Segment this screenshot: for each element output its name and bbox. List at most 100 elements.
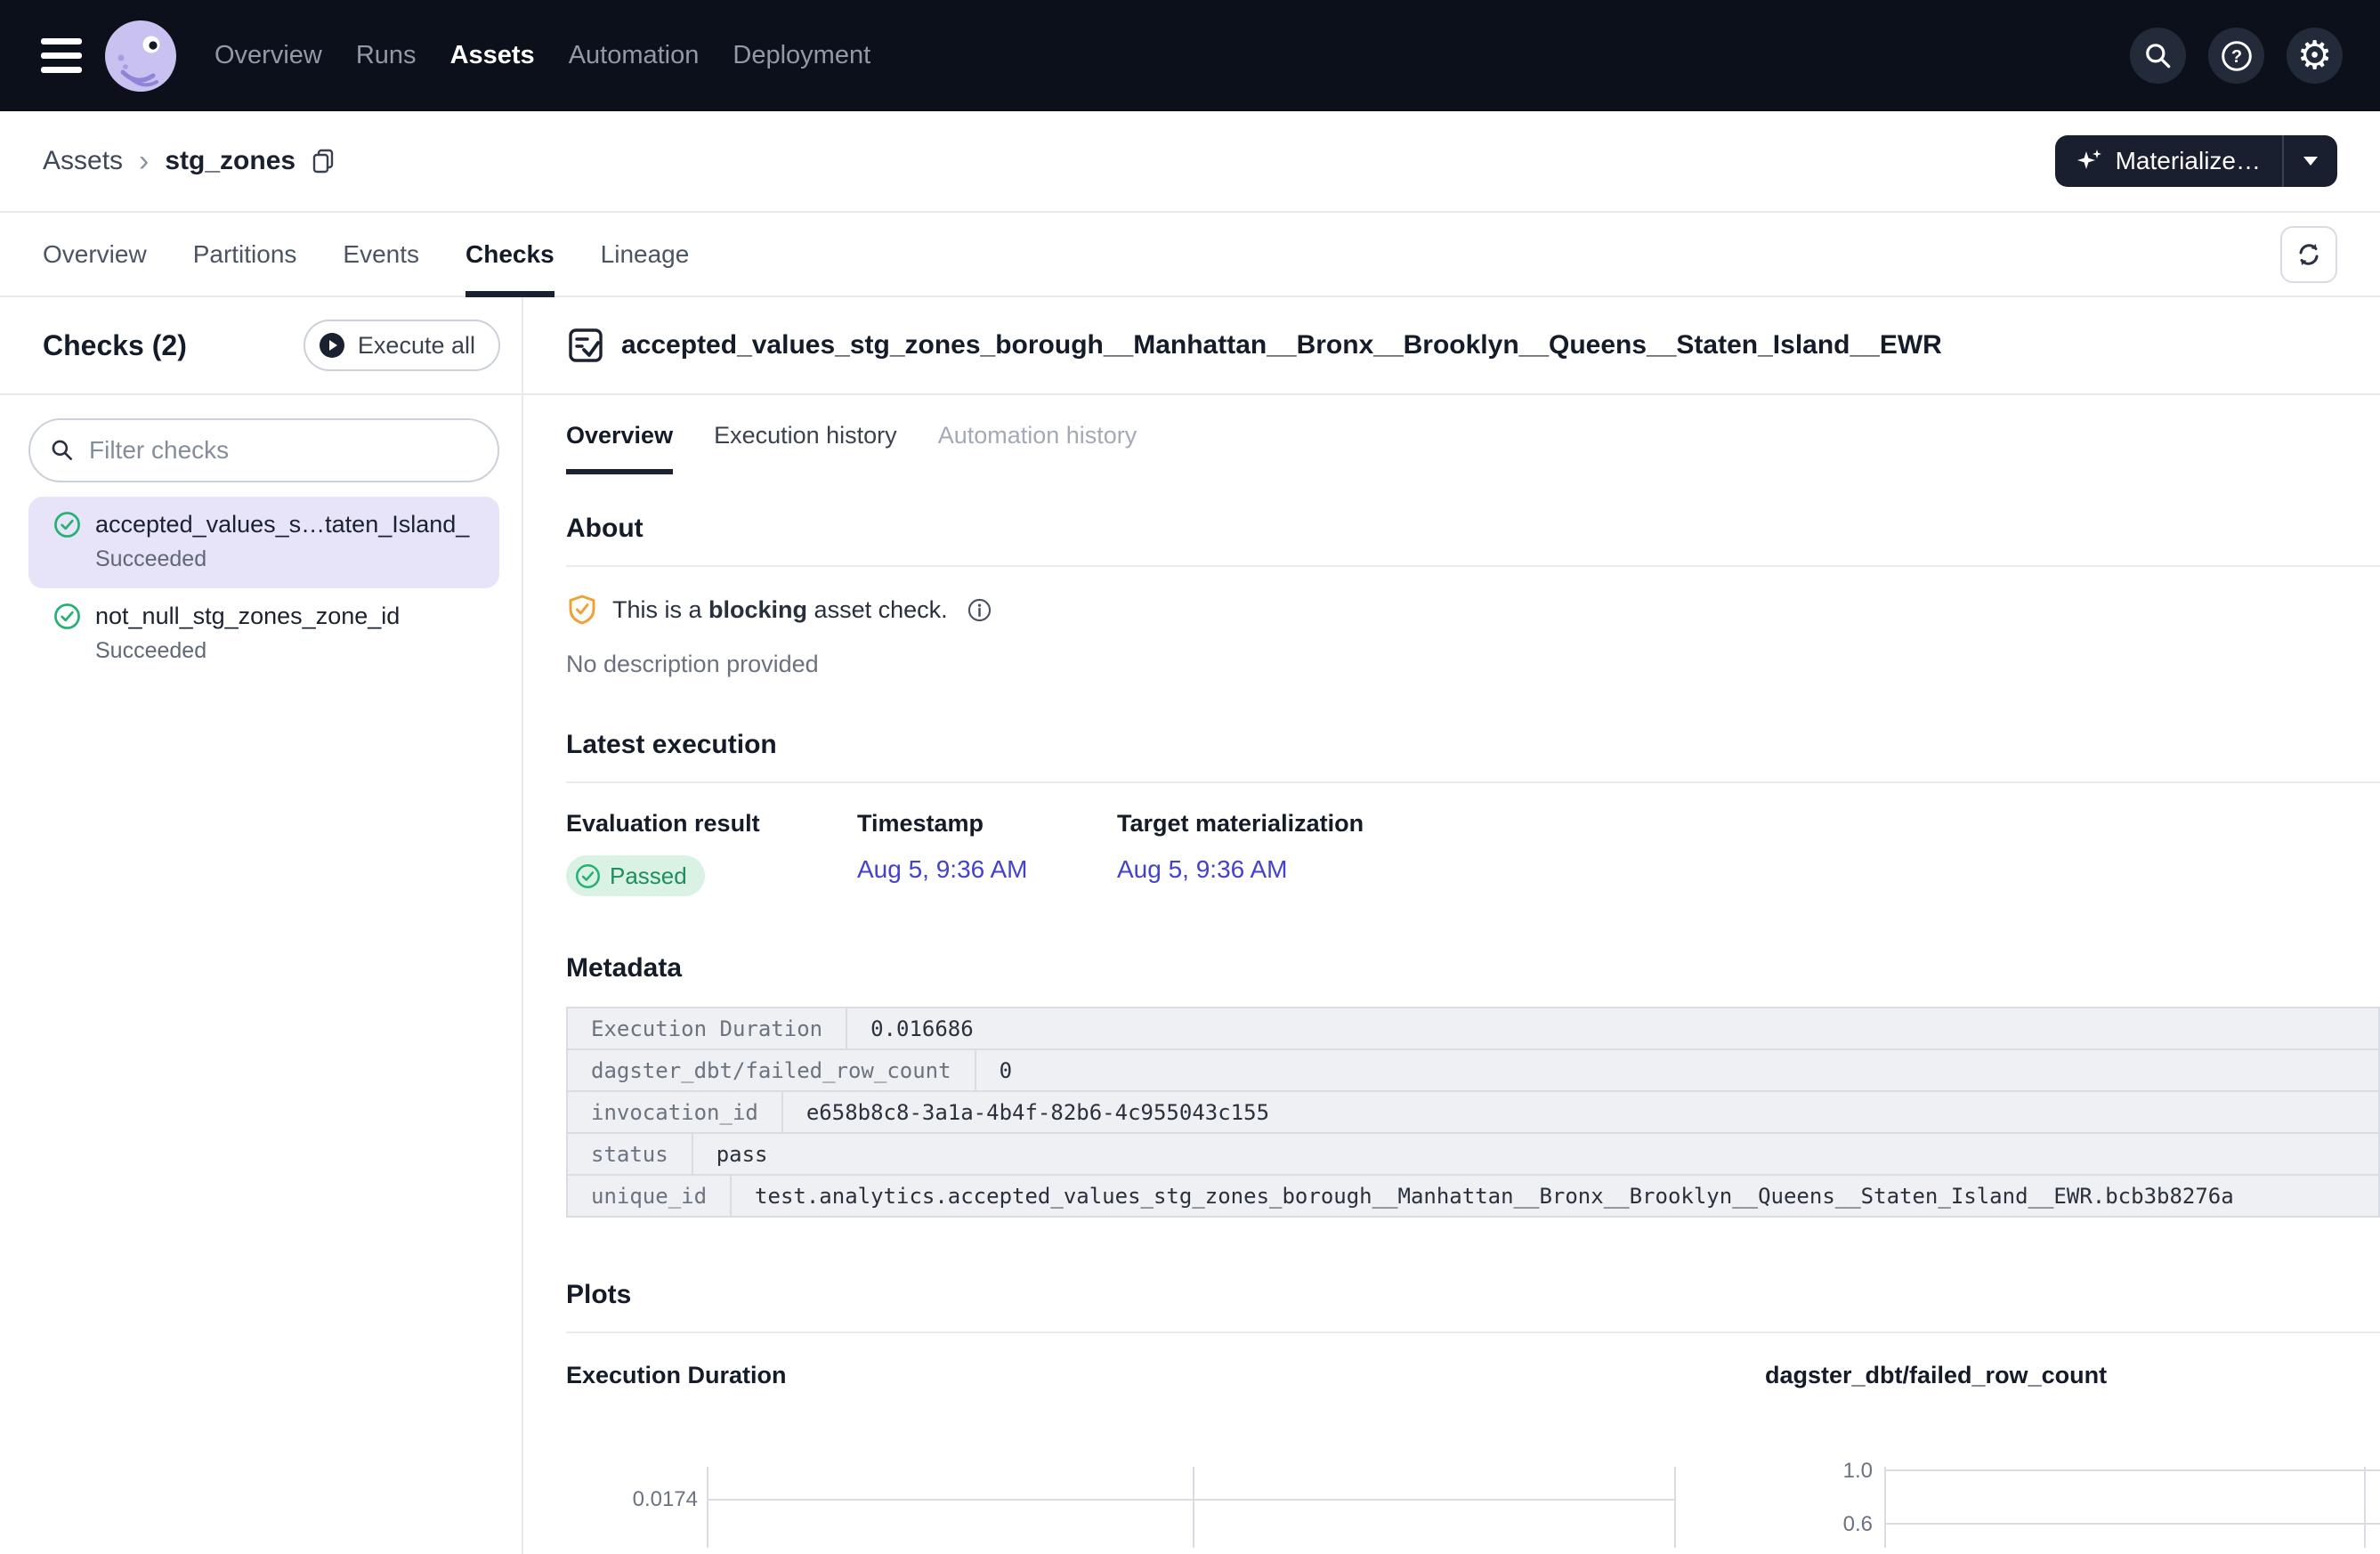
workspace: Checks (2) Execute all [0, 297, 2380, 1554]
search-icon [2143, 41, 2174, 71]
checks-sidebar: Checks (2) Execute all [0, 297, 523, 1554]
help-button[interactable]: ? [2208, 28, 2264, 84]
check-list-item-accepted-values[interactable]: accepted_values_s…taten_Island_ Succeede… [28, 497, 499, 588]
table-row: dagster_dbt/failed_row_count 0 [566, 1048, 2380, 1092]
latest-execution-heading: Latest execution [566, 730, 2380, 760]
materialize-label: Materialize… [2116, 147, 2261, 175]
about-heading: About [566, 514, 2380, 544]
nav-item-automation[interactable]: Automation [569, 41, 700, 70]
execute-all-button[interactable]: Execute all [304, 320, 500, 371]
gridline [1674, 1467, 1676, 1548]
check-item-name: accepted_values_s…taten_Island_ [95, 511, 485, 538]
breadcrumb-separator: › [139, 146, 149, 176]
check-list: accepted_values_s…taten_Island_ Succeede… [28, 497, 499, 680]
blocking-note: This is a blocking asset check. [566, 594, 2380, 626]
metadata-value: pass [693, 1134, 2378, 1174]
caret-down-icon [2303, 156, 2319, 166]
gridline [2364, 1467, 2366, 1548]
nav-item-deployment[interactable]: Deployment [733, 41, 870, 70]
refresh-icon [2295, 240, 2323, 269]
passed-badge-label: Passed [610, 862, 687, 890]
top-nav: Overview Runs Assets Automation Deployme… [0, 0, 2380, 111]
chart-title-failed-row-count: dagster_dbt/failed_row_count [1765, 1362, 2107, 1389]
check-detail-pane: accepted_values_stg_zones_borough__Manha… [523, 297, 2380, 1554]
search-button[interactable] [2130, 28, 2186, 84]
metadata-key: Execution Duration [568, 1008, 847, 1048]
tab-events[interactable]: Events [343, 213, 419, 295]
dagster-logo[interactable] [105, 20, 176, 92]
metadata-value: e658b8c8-3a1a-4b4f-82b6-4c955043c155 [783, 1092, 2378, 1132]
tab-lineage[interactable]: Lineage [601, 213, 690, 295]
play-circle-icon [319, 332, 345, 359]
metadata-key: dagster_dbt/failed_row_count [568, 1050, 976, 1090]
copy-button[interactable] [310, 148, 336, 174]
metadata-table: Execution Duration 0.016686 dagster_dbt/… [566, 1007, 2380, 1218]
check-tab-execution-history[interactable]: Execution history [714, 401, 897, 474]
filter-checks-box [28, 418, 499, 482]
filter-checks-input[interactable] [87, 435, 478, 465]
check-content: Overview Execution history Automation hi… [523, 401, 2380, 1548]
metadata-key: invocation_id [568, 1092, 783, 1132]
plots-heading: Plots [566, 1280, 2380, 1310]
check-list-item-not-null[interactable]: not_null_stg_zones_zone_id Succeeded [28, 588, 499, 680]
settings-button[interactable]: ⚙ [2287, 28, 2343, 84]
sparkle-icon [2076, 148, 2103, 174]
nav-links: Overview Runs Assets Automation Deployme… [215, 41, 870, 70]
materialize-dropdown-button[interactable] [2282, 135, 2337, 187]
check-item-status: Succeeded [95, 638, 485, 664]
target-materialization-link[interactable]: Aug 5, 9:36 AM [1117, 855, 1287, 884]
materialize-button[interactable]: Materialize… [2055, 135, 2282, 187]
no-description-text: No description provided [566, 651, 2380, 678]
refresh-button[interactable] [2280, 226, 2337, 283]
y-axis-line [1884, 1467, 1886, 1548]
sidebar-body: accepted_values_s…taten_Island_ Succeede… [0, 395, 522, 680]
tab-partitions[interactable]: Partitions [193, 213, 297, 295]
check-tab-automation-history[interactable]: Automation history [938, 401, 1137, 474]
nav-item-assets[interactable]: Assets [450, 41, 535, 70]
metadata-value: 0 [976, 1050, 2378, 1090]
check-header: accepted_values_stg_zones_borough__Manha… [523, 297, 2380, 395]
metadata-value: test.analytics.accepted_values_stg_zones… [732, 1176, 2378, 1216]
page-title: stg_zones [165, 146, 295, 176]
nav-item-overview[interactable]: Overview [215, 41, 322, 70]
nav-item-runs[interactable]: Runs [356, 41, 417, 70]
y-tick-label: 0.0174 [566, 1487, 698, 1512]
check-circle-icon [575, 863, 601, 889]
chart-title-execution-duration: Execution Duration [566, 1362, 787, 1389]
timestamp-label: Timestamp [857, 810, 1117, 838]
help-icon: ? [2220, 39, 2254, 73]
gear-icon: ⚙ [2297, 36, 2332, 76]
copy-icon [310, 148, 336, 174]
breadcrumb-assets-link[interactable]: Assets [43, 146, 123, 176]
section-divider [566, 781, 2380, 783]
tab-checks[interactable]: Checks [465, 213, 555, 295]
info-icon[interactable] [967, 598, 992, 622]
asset-tabs: Overview Partitions Events Checks Lineag… [0, 213, 2380, 297]
check-circle-icon [53, 511, 81, 538]
asset-check-icon [566, 326, 605, 365]
menu-icon[interactable] [41, 38, 82, 73]
check-tabs: Overview Execution history Automation hi… [566, 401, 2380, 474]
execute-all-label: Execute all [358, 332, 475, 360]
tab-overview[interactable]: Overview [43, 213, 147, 295]
table-row: Execution Duration 0.016686 [566, 1007, 2380, 1050]
check-title: accepted_values_stg_zones_borough__Manha… [621, 330, 1942, 360]
svg-text:?: ? [2230, 46, 2241, 66]
blocking-text: This is a blocking asset check. [612, 596, 948, 624]
metadata-key: status [568, 1134, 693, 1174]
table-row: status pass [566, 1132, 2380, 1176]
metadata-key: unique_id [568, 1176, 732, 1216]
gridline [1886, 1469, 2380, 1471]
y-tick-label: 0.6 [1741, 1512, 1873, 1537]
latest-execution-grid: Evaluation result Passed Timestamp A [566, 810, 2380, 896]
check-tab-overview[interactable]: Overview [566, 401, 673, 474]
gridline [1886, 1523, 2380, 1525]
breadcrumb-row: Assets › stg_zones Materialize… [0, 111, 2380, 213]
sidebar-header: Checks (2) Execute all [0, 297, 522, 395]
plots-area: Execution Duration 0.0174 dagster_dbt/fa… [566, 1333, 2380, 1548]
gridline [708, 1499, 1674, 1501]
timestamp-link[interactable]: Aug 5, 9:36 AM [857, 855, 1027, 884]
metadata-value: 0.016686 [847, 1008, 2378, 1048]
metadata-heading: Metadata [566, 953, 2380, 983]
table-row: invocation_id e658b8c8-3a1a-4b4f-82b6-4c… [566, 1090, 2380, 1134]
